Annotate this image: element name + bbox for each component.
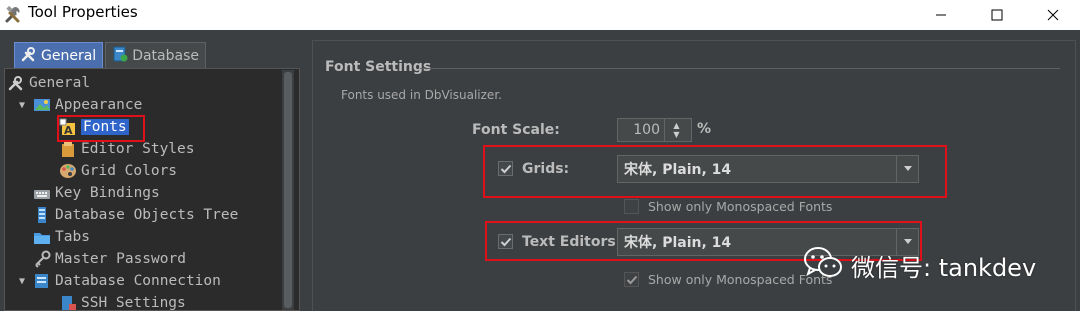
- editor-styles-icon: [59, 140, 77, 158]
- font-scale-value[interactable]: 100: [618, 122, 664, 138]
- text-editors-checkbox[interactable]: [498, 234, 513, 249]
- window-title: Tool Properties: [28, 3, 138, 21]
- tree-scrollbar[interactable]: [282, 70, 294, 310]
- text-editors-mono-checkbox[interactable]: [624, 272, 639, 287]
- grids-label: Grids:: [522, 161, 570, 177]
- chevron-down-icon[interactable]: ▼: [673, 130, 679, 139]
- tree-item-label: Grid Colors: [81, 163, 178, 179]
- tree-item-label: SSH Settings: [81, 295, 186, 311]
- grids-mono-checkbox[interactable]: [624, 199, 639, 214]
- tab-database[interactable]: Database: [105, 42, 206, 68]
- tree-item-ssh-settings[interactable]: SSH Settings: [59, 292, 186, 311]
- settings-tree[interactable]: General ▼ Appearance A Fonts Editor Styl…: [4, 68, 300, 311]
- tab-general[interactable]: General: [14, 42, 104, 68]
- watermark: 微信号: tankdev: [803, 246, 1036, 284]
- grids-checkbox[interactable]: [498, 161, 513, 176]
- font-scale-unit: %: [697, 121, 712, 137]
- chevron-down-icon[interactable]: [896, 156, 918, 182]
- tree-icon: [33, 206, 51, 224]
- folder-icon: [33, 228, 51, 246]
- keyboard-icon: [33, 184, 51, 202]
- text-editors-label: Text Editors:: [522, 234, 622, 250]
- wechat-icon: [803, 246, 843, 284]
- tree-item-database-connection[interactable]: ▼ Database Connection: [19, 270, 221, 292]
- check-icon: [500, 164, 511, 173]
- tree-item-label: Master Password: [55, 251, 186, 267]
- tree-item-label: Key Bindings: [55, 185, 160, 201]
- title-bar: Tool Properties: [0, 0, 1080, 30]
- check-icon: [626, 275, 637, 284]
- tools-icon: [21, 46, 37, 66]
- tree-item-label: Tabs: [55, 229, 90, 245]
- tree-item-appearance[interactable]: ▼ Appearance: [19, 94, 142, 116]
- key-icon: [33, 250, 51, 268]
- maximize-button[interactable]: [974, 0, 1020, 30]
- tree-item-key-bindings[interactable]: Key Bindings: [33, 182, 160, 204]
- db-connection-icon: [33, 272, 51, 290]
- tree-item-master-password[interactable]: Master Password: [33, 248, 186, 270]
- tree-item-database-objects-tree[interactable]: Database Objects Tree: [33, 204, 238, 226]
- tools-icon: [7, 74, 25, 92]
- ssh-icon: [59, 294, 77, 310]
- tree-item-label: Database Connection: [55, 273, 221, 289]
- appearance-icon: [33, 96, 51, 114]
- check-icon: [500, 237, 511, 246]
- tab-label: Database: [132, 47, 199, 64]
- section-title: Font Settings: [325, 59, 432, 75]
- font-scale-spinner[interactable]: 100 ▲ ▼: [617, 118, 692, 142]
- spinner-buttons[interactable]: ▲ ▼: [664, 119, 688, 141]
- highlight-fonts: [57, 115, 145, 142]
- grids-mono-label: Show only Monospaced Fonts: [648, 199, 833, 214]
- tools-icon: [4, 4, 24, 24]
- close-button[interactable]: [1030, 0, 1076, 30]
- grids-font-select[interactable]: 宋体, Plain, 14: [617, 155, 919, 183]
- section-divider: [420, 68, 1060, 69]
- database-icon: [112, 46, 128, 66]
- tree-item-tabs[interactable]: Tabs: [33, 226, 90, 248]
- left-panel: General Database General ▼ Appearance A …: [0, 30, 310, 311]
- grids-font-value: 宋体, Plain, 14: [624, 162, 732, 178]
- palette-icon: [59, 162, 77, 180]
- tree-item-general[interactable]: General: [7, 72, 90, 94]
- tree-item-label: General: [29, 75, 91, 91]
- tree-item-grid-colors[interactable]: Grid Colors: [59, 160, 177, 182]
- section-hint: Fonts used in DbVisualizer.: [341, 88, 502, 102]
- tab-label: General: [41, 47, 97, 64]
- scrollbar-thumb[interactable]: [284, 72, 292, 308]
- font-scale-label: Font Scale:: [472, 122, 560, 138]
- chevron-down-icon[interactable]: ▼: [19, 100, 33, 111]
- minimize-button[interactable]: [918, 0, 964, 30]
- tree-item-label: Appearance: [55, 97, 143, 113]
- tree-item-label: Editor Styles: [81, 141, 195, 157]
- chevron-down-icon[interactable]: ▼: [19, 276, 33, 287]
- chevron-up-icon[interactable]: ▲: [673, 121, 679, 130]
- tree-item-label: Database Objects Tree: [55, 207, 239, 223]
- tab-bar: General Database: [14, 42, 206, 68]
- watermark-text: 微信号: tankdev: [851, 253, 1037, 282]
